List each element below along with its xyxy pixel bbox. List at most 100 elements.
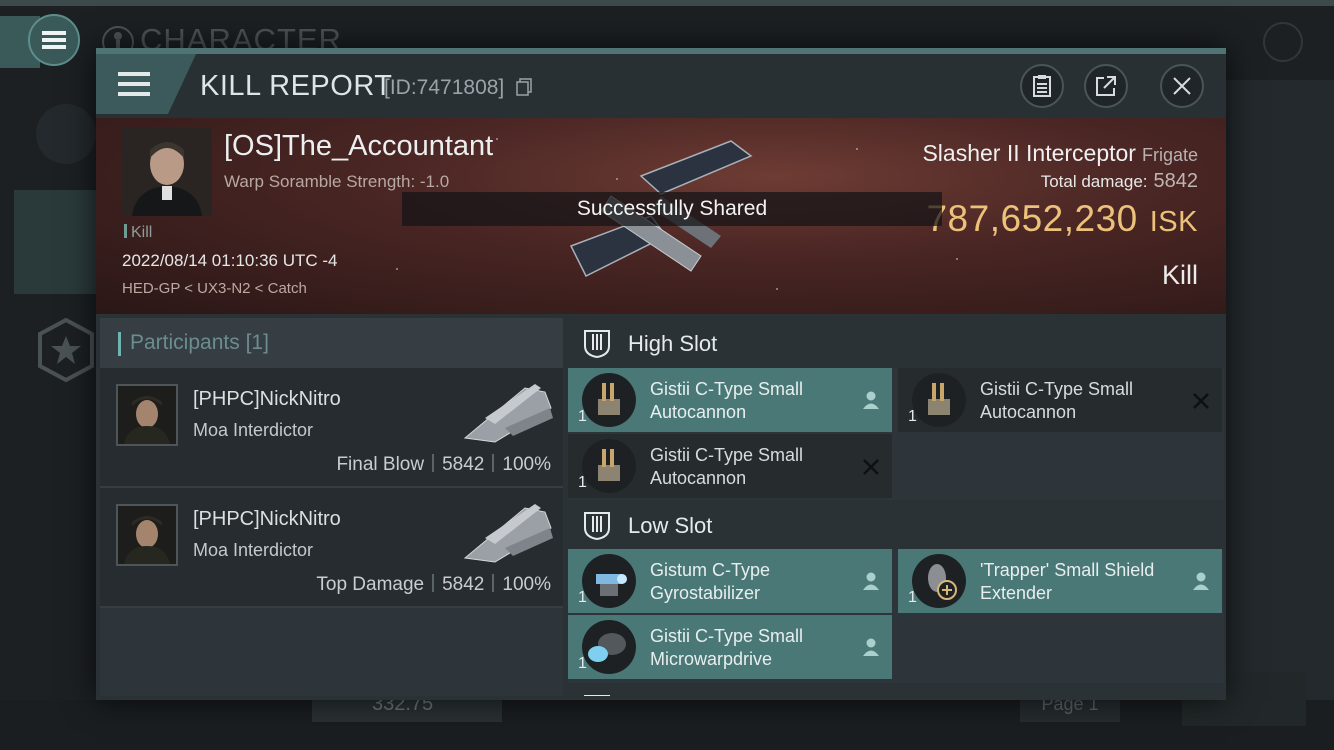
fitting-panel: High Slot 1 Gistii C-Type Small Autocann… (568, 318, 1224, 696)
high-slot-header: High Slot (568, 318, 1224, 368)
module-name: Gistii C-Type Small Autocannon (980, 379, 1134, 422)
isk-amount: 787,652,230 (926, 198, 1138, 239)
low-slot-icon (584, 512, 610, 540)
participant-ship: Moa Interdictor (193, 540, 314, 560)
total-damage-value: 5842 (1153, 170, 1199, 192)
star-badge-icon[interactable] (36, 318, 96, 382)
dropped-icon (863, 572, 879, 590)
low-slot-label: Low Slot (628, 513, 713, 538)
module-qty: 1 (578, 408, 587, 425)
menu-icon (118, 72, 150, 98)
participant-role: Final Blow (336, 454, 425, 475)
participant-row[interactable]: [PHPC]NickNitro Moa Interdictor Top Dama… (100, 488, 563, 608)
victim-ship-name: Slasher II Interceptor (922, 140, 1136, 166)
kill-location[interactable]: HED-GP < UX3-N2 < Catch (122, 280, 307, 297)
participant-percent: 100% (502, 574, 551, 595)
module-qty: 1 (908, 589, 917, 606)
participant-ship-icon (463, 384, 553, 443)
module-item[interactable]: 1 Gistii C-Type Small Microwarpdrive (568, 615, 892, 679)
participant-name: [PHPC]NickNitro (193, 508, 341, 530)
isk-unit: ISK (1149, 206, 1198, 238)
destroyed-icon (863, 459, 879, 475)
isk-value: 787,652,230 ISK (926, 198, 1198, 240)
module-item[interactable]: 1 Gistii C-Type Small Autocannon (568, 368, 892, 432)
report-button[interactable] (1020, 64, 1064, 108)
total-damage: Total damage: 5842 (1041, 170, 1198, 193)
dropped-icon (863, 391, 879, 409)
victim-portrait[interactable] (122, 128, 212, 216)
share-button[interactable] (1084, 64, 1128, 108)
participant-portrait[interactable] (116, 384, 178, 446)
microwarpdrive-icon (582, 620, 636, 674)
module-qty: 1 (578, 589, 587, 606)
participants-header: Participants [1] (100, 318, 563, 368)
close-icon (1173, 77, 1191, 95)
close-button[interactable] (1160, 64, 1204, 108)
high-slot-label: High Slot (628, 331, 718, 356)
background-close-button[interactable] (1263, 22, 1303, 62)
participants-count: [1] (245, 331, 269, 354)
autocannon-icon (582, 373, 636, 427)
victim-ship-class: Frigate (1141, 145, 1198, 165)
module-item[interactable]: 1 Gistii C-Type Small Autocannon (568, 434, 892, 498)
kill-id: [ID:7471808] (384, 76, 505, 99)
copy-icon[interactable] (516, 78, 532, 96)
module-name: Gistum C-Type Gyrostabilizer (650, 560, 771, 603)
autocannon-icon (912, 373, 966, 427)
module-qty: 1 (908, 408, 917, 425)
main-menu-button[interactable] (28, 14, 80, 66)
mid-slot-icon (584, 695, 610, 696)
participants-title: Participants [1] (130, 331, 269, 355)
window-title: KILL REPORT (200, 70, 393, 102)
kill-datetime: 2022/08/14 01:10:36 UTC -4 (122, 251, 338, 270)
participant-percent: 100% (502, 454, 551, 475)
participant-damage: 5842 (442, 574, 485, 595)
participant-stats: Final Blow 5842 100% (336, 454, 551, 476)
sidebar-list-button[interactable] (36, 104, 96, 164)
participants-label: Participants (130, 331, 240, 354)
destroyed-icon (1193, 393, 1209, 409)
header-accent (118, 332, 121, 356)
autocannon-icon (582, 439, 636, 493)
mid-slot-header (568, 683, 1224, 696)
kill-report-window: KILL REPORT [ID:7471808] [OS]The_Account… (96, 48, 1226, 700)
victim-banner: [OS]The_Accountant Warp Soramble Strengt… (96, 118, 1226, 314)
result-label: Kill (1161, 260, 1198, 290)
participant-row[interactable]: [PHPC]NickNitro Moa Interdictor Final Bl… (100, 368, 563, 488)
participant-name: [PHPC]NickNitro (193, 388, 341, 410)
menu-icon (42, 31, 66, 49)
background-right-panel (1226, 80, 1334, 700)
low-slot-header: Low Slot (568, 500, 1224, 550)
victim-name[interactable]: [OS]The_Accountant (224, 130, 493, 163)
top-edge (0, 0, 1334, 6)
kill-tag: Kill (124, 224, 152, 242)
participant-damage: 5842 (442, 454, 485, 475)
dropped-icon (863, 638, 879, 656)
participant-ship-icon (463, 504, 553, 563)
participants-panel: Participants [1] [PHPC]NickNitro Moa Int… (100, 318, 563, 696)
warp-scramble-strength: Warp Soramble Strength: -1.0 (224, 172, 450, 191)
shield-extender-icon (912, 554, 966, 608)
participant-role: Top Damage (316, 574, 425, 595)
participant-portrait[interactable] (116, 504, 178, 566)
total-damage-label: Total damage: (1040, 172, 1148, 191)
participant-stats: Top Damage 5842 100% (316, 574, 551, 596)
module-name: Gistii C-Type Small Autocannon (650, 445, 804, 488)
module-name: 'Trapper' Small Shield Extender (980, 560, 1155, 603)
sidebar-combat-tab[interactable] (14, 190, 102, 294)
module-qty: 1 (578, 474, 587, 491)
kill-tag-label: Kill (131, 224, 153, 241)
clipboard-icon (1033, 75, 1051, 97)
participant-ship: Moa Interdictor (193, 420, 314, 440)
high-slot-icon (584, 330, 610, 358)
module-name: Gistii C-Type Small Autocannon (650, 379, 804, 422)
victim-ship[interactable]: Slasher II Interceptor Frigate (922, 140, 1198, 167)
background-bottom-bar (0, 700, 1334, 750)
module-item[interactable]: 1 'Trapper' Small Shield Extender (898, 549, 1222, 613)
module-name: Gistii C-Type Small Microwarpdrive (650, 626, 804, 669)
module-item[interactable]: 1 Gistum C-Type Gyrostabilizer (568, 549, 892, 613)
dropped-icon (1193, 572, 1209, 590)
module-qty: 1 (578, 655, 587, 672)
module-item[interactable]: 1 Gistii C-Type Small Autocannon (898, 368, 1222, 432)
share-icon (1096, 76, 1116, 96)
